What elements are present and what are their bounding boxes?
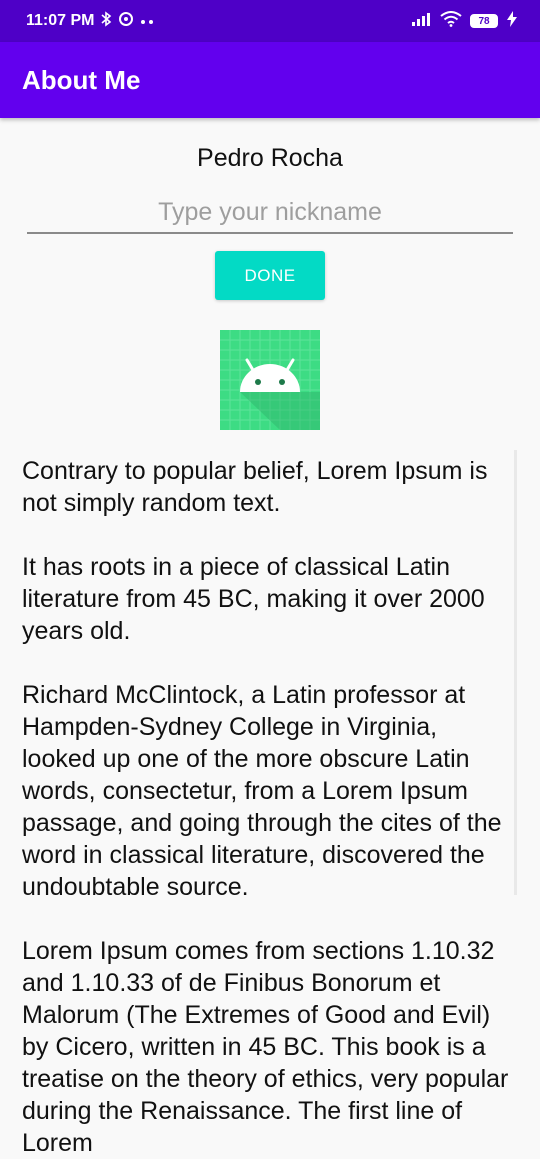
app-bar: About Me (0, 42, 540, 118)
bluetooth-icon (100, 10, 112, 32)
android-icon (220, 330, 320, 430)
status-left: 11:07 PM (26, 10, 154, 32)
signal-icon (412, 12, 432, 31)
status-right: 78 (412, 10, 518, 32)
charging-icon (506, 10, 518, 32)
wifi-icon (440, 10, 462, 32)
app-title: About Me (22, 64, 141, 95)
battery-level: 78 (478, 15, 490, 27)
battery-icon: 78 (470, 14, 498, 28)
bio-text: Contrary to popular belief, Lorem Ipsum … (22, 457, 509, 1157)
hotspot-icon (118, 11, 134, 32)
nickname-input[interactable] (27, 192, 513, 234)
done-button[interactable]: DONE (215, 251, 325, 300)
more-dots-icon (140, 12, 154, 30)
profile-name: Pedro Rocha (197, 144, 343, 172)
status-time: 11:07 PM (26, 12, 95, 29)
status-bar: 11:07 PM 78 (0, 0, 540, 42)
